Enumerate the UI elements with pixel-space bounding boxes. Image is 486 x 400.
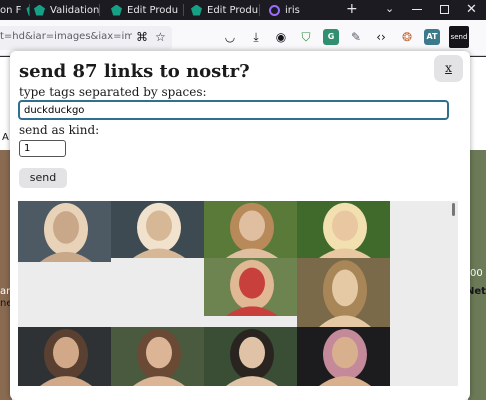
portrait-photo bbox=[297, 258, 390, 327]
send-button[interactable]: send bbox=[19, 168, 67, 188]
extension-badge-icon[interactable]: G bbox=[323, 29, 339, 45]
dialog-title: send 87 links to nostr? bbox=[19, 61, 250, 82]
kind-label: send as kind: bbox=[19, 123, 100, 137]
gallery-thumbnail[interactable] bbox=[297, 327, 390, 386]
shield-extension-icon[interactable]: ⛉ bbox=[298, 29, 314, 45]
browser-tab-bar: on F Validation F Edit Produ Edit Produ … bbox=[0, 0, 486, 20]
gallery-thumbnail[interactable] bbox=[18, 327, 111, 386]
puzzle-extension-icon[interactable]: ✎ bbox=[348, 29, 364, 45]
iris-ring-icon bbox=[269, 4, 280, 16]
portrait-photo bbox=[18, 201, 111, 262]
gallery-thumbnail[interactable] bbox=[297, 258, 390, 327]
green-gem-icon bbox=[111, 4, 122, 16]
extension-at-icon[interactable]: AT bbox=[424, 29, 440, 45]
background-text: 00 bbox=[470, 268, 483, 279]
tags-input[interactable] bbox=[18, 100, 449, 120]
browser-tab[interactable]: Validation F bbox=[30, 0, 100, 20]
gallery-thumbnail[interactable] bbox=[297, 201, 390, 258]
new-tab-button[interactable]: + bbox=[346, 1, 358, 17]
portrait-photo bbox=[111, 201, 204, 258]
portrait-photo bbox=[297, 201, 390, 258]
tab-separator bbox=[259, 4, 260, 16]
browser-tab[interactable]: iris bbox=[266, 0, 336, 20]
maximize-icon[interactable] bbox=[440, 5, 449, 14]
green-gem-icon bbox=[191, 4, 202, 16]
pocket-icon[interactable]: ◡ bbox=[222, 29, 238, 45]
gallery-thumbnail[interactable] bbox=[204, 258, 297, 316]
scrollbar[interactable] bbox=[449, 201, 458, 386]
close-button[interactable]: x bbox=[434, 55, 463, 82]
tab-separator bbox=[99, 4, 100, 16]
tab-title: Edit Produ bbox=[207, 4, 259, 16]
translate-icon[interactable]: ⌘ bbox=[136, 30, 148, 44]
bookmark-star-icon[interactable]: ☆ bbox=[155, 30, 166, 44]
gallery-thumbnail[interactable] bbox=[204, 201, 297, 258]
tab-separator bbox=[183, 4, 184, 16]
send-extension-icon[interactable]: send bbox=[449, 26, 469, 48]
code-extension-icon[interactable]: ‹› bbox=[373, 29, 389, 45]
send-to-nostr-dialog: send 87 links to nostr? x type tags sepa… bbox=[10, 51, 470, 400]
background-text: ar bbox=[0, 286, 11, 297]
tab-title: on F bbox=[0, 4, 22, 16]
url-text: t=hd&iar=images&iax=imag bbox=[0, 31, 132, 42]
browser-tab[interactable]: on F bbox=[0, 0, 30, 20]
downloads-icon[interactable]: ⤓ bbox=[248, 29, 264, 45]
browser-tab[interactable]: Edit Produ bbox=[108, 0, 184, 20]
portrait-photo bbox=[297, 327, 390, 386]
tab-title: Edit Produ bbox=[127, 4, 179, 16]
kind-input[interactable] bbox=[19, 140, 66, 157]
background-text: A bbox=[2, 132, 9, 143]
url-bar[interactable]: t=hd&iar=images&iax=imag ⌘ ☆ bbox=[0, 26, 172, 50]
window-close-icon[interactable]: ✕ bbox=[466, 2, 477, 17]
portrait-photo bbox=[111, 327, 204, 386]
tab-list-chevron-icon[interactable]: ⌄ bbox=[385, 2, 394, 15]
green-gem-icon bbox=[34, 4, 45, 16]
portrait-photo bbox=[204, 327, 297, 386]
gallery-thumbnail[interactable] bbox=[111, 201, 204, 258]
tab-title: iris bbox=[285, 4, 300, 16]
cookie-extension-icon[interactable]: ❂ bbox=[399, 29, 415, 45]
image-gallery[interactable] bbox=[18, 201, 458, 386]
portrait-photo bbox=[204, 201, 297, 258]
tab-title: Validation F bbox=[50, 4, 100, 16]
scrollbar-thumb[interactable] bbox=[452, 203, 455, 216]
account-icon[interactable]: ◉ bbox=[273, 29, 289, 45]
portrait-photo bbox=[18, 327, 111, 386]
portrait-photo bbox=[204, 258, 297, 316]
gallery-thumbnail[interactable] bbox=[204, 327, 297, 386]
minimize-icon[interactable] bbox=[412, 9, 422, 10]
tags-label: type tags separated by spaces: bbox=[19, 85, 207, 99]
gallery-thumbnail[interactable] bbox=[18, 201, 111, 262]
gallery-thumbnail[interactable] bbox=[111, 327, 204, 386]
browser-tab[interactable]: Edit Produ bbox=[188, 0, 260, 20]
